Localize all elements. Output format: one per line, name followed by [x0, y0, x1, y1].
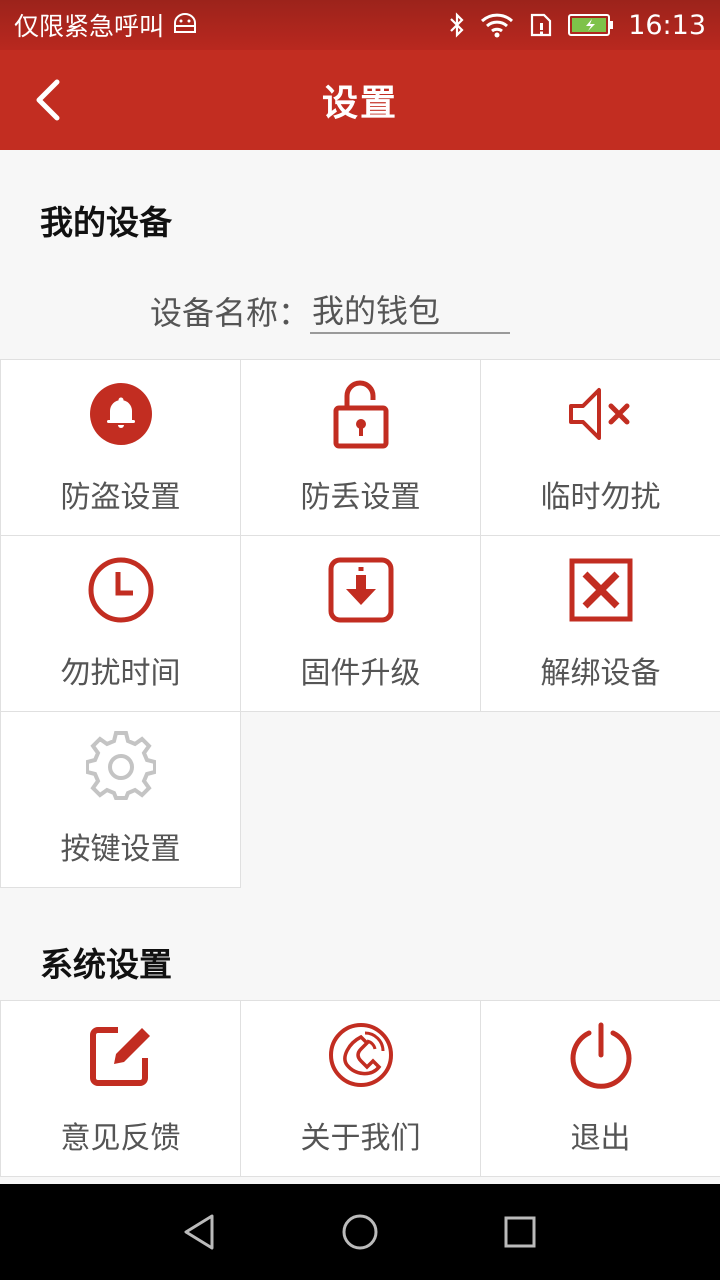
- clock-time: 16:13: [628, 9, 706, 41]
- logout-item[interactable]: 退出: [480, 1000, 720, 1177]
- android-icon: [172, 11, 198, 40]
- unlock-icon: [325, 378, 397, 450]
- bell-icon: [85, 378, 157, 450]
- unbind-device-item[interactable]: 解绑设备: [480, 535, 720, 712]
- anti-loss-settings-item[interactable]: 防丢设置: [240, 359, 481, 536]
- section-title-my-devices: 我的设备: [40, 203, 172, 242]
- battery-icon: [568, 13, 614, 37]
- clock-icon: [85, 554, 157, 626]
- phone-icon: [325, 1019, 397, 1091]
- item-label: 防盗设置: [60, 480, 181, 515]
- firmware-upgrade-item[interactable]: 固件升级: [240, 535, 481, 712]
- navigation-bar: [0, 1184, 720, 1280]
- close-box-icon: [565, 554, 637, 626]
- system-settings-grid: 意见反馈 关于我们 退出: [0, 1000, 720, 1177]
- carrier-text: 仅限紧急呼叫: [14, 12, 165, 41]
- circle-home-icon: [342, 1214, 378, 1250]
- wifi-icon: [480, 12, 514, 38]
- section-title-system-settings: 系统设置: [40, 945, 172, 984]
- temporary-dnd-item[interactable]: 临时勿扰: [480, 359, 720, 536]
- anti-theft-settings-item[interactable]: 防盗设置: [0, 359, 241, 536]
- dnd-time-item[interactable]: 勿扰时间: [0, 535, 241, 712]
- nav-back-button[interactable]: [160, 1192, 240, 1272]
- back-button[interactable]: [18, 70, 78, 130]
- feedback-item[interactable]: 意见反馈: [0, 1000, 241, 1177]
- download-icon: [325, 554, 397, 626]
- device-name-row: 设备名称：: [150, 288, 511, 334]
- button-settings-item[interactable]: 按键设置: [0, 711, 241, 888]
- item-label: 勿扰时间: [60, 656, 181, 691]
- gear-icon: [85, 730, 157, 802]
- device-name-input[interactable]: [310, 290, 511, 334]
- item-label: 意见反馈: [60, 1121, 181, 1156]
- item-label: 临时勿扰: [540, 480, 661, 515]
- edit-icon: [85, 1019, 157, 1091]
- device-name-label: 设备名称：: [150, 294, 311, 332]
- item-label: 按键设置: [60, 832, 181, 867]
- item-label: 固件升级: [300, 656, 421, 691]
- sim-icon: [528, 12, 554, 38]
- settings-content: 我的设备 设备名称： 防盗设置 防丢设置 临时勿扰: [0, 150, 720, 1184]
- square-recents-icon: [504, 1216, 536, 1248]
- bluetooth-icon: [448, 11, 466, 39]
- mute-icon: [565, 378, 637, 450]
- triangle-back-icon: [184, 1214, 214, 1250]
- my-devices-grid: 防盗设置 防丢设置 临时勿扰 勿扰时间 固件升级 解绑设备 按键设置: [0, 359, 720, 888]
- nav-home-button[interactable]: [320, 1192, 400, 1272]
- chevron-left-icon: [36, 79, 60, 121]
- power-icon: [565, 1019, 637, 1091]
- item-label: 防丢设置: [300, 480, 421, 515]
- app-bar: 设置: [0, 50, 720, 150]
- item-label: 关于我们: [300, 1121, 421, 1156]
- status-bar: 仅限紧急呼叫 16:13: [0, 0, 720, 50]
- nav-recents-button[interactable]: [480, 1192, 560, 1272]
- about-us-item[interactable]: 关于我们: [240, 1000, 481, 1177]
- item-label: 解绑设备: [540, 656, 661, 691]
- page-title: 设置: [321, 83, 398, 124]
- item-label: 退出: [570, 1121, 631, 1156]
